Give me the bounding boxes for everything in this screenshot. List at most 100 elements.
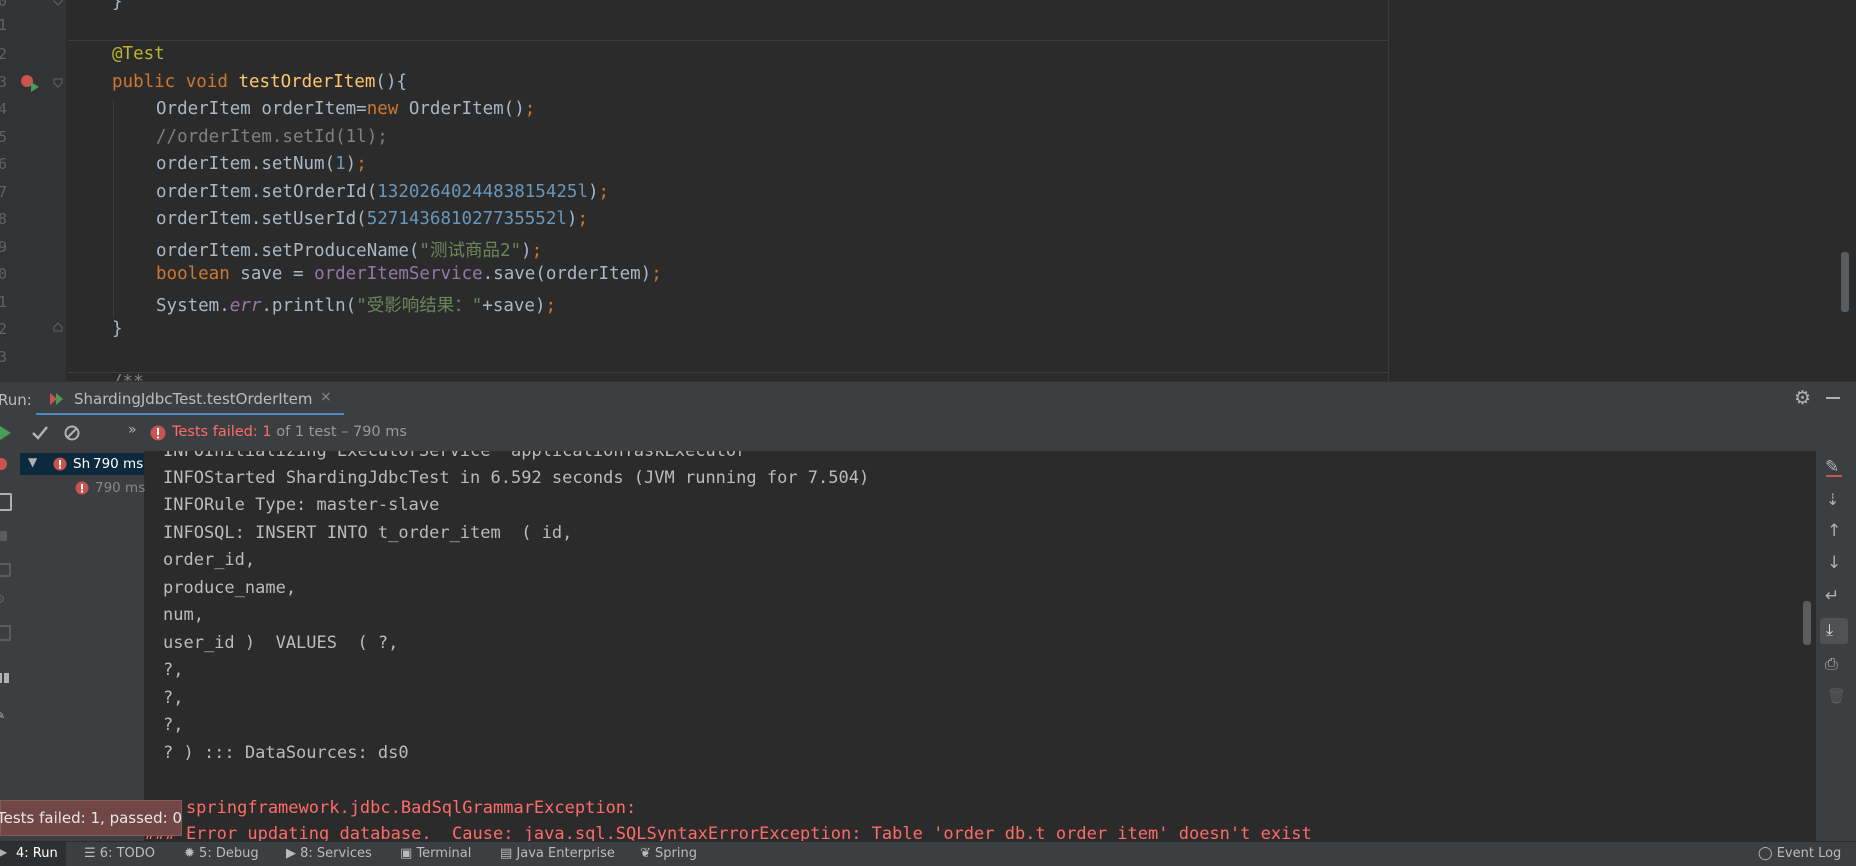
- print-icon[interactable]: ⎙: [1825, 654, 1838, 674]
- fold-marker-icon[interactable]: [53, 0, 63, 6]
- event-log-label: Event Log: [1776, 846, 1842, 861]
- minimize-icon[interactable]: [1826, 397, 1840, 399]
- settings-icon[interactable]: ⚙: [0, 591, 4, 607]
- console-line: user_id ) VALUES ( ?,: [163, 633, 399, 653]
- line-number: 1: [0, 16, 8, 34]
- console-error-line: ### Error updating database. Cause: java…: [145, 824, 1312, 841]
- console-line: ?,: [163, 688, 184, 708]
- camera-icon[interactable]: [0, 563, 11, 577]
- toast-text: Tests failed: 1, passed: 0: [0, 809, 183, 827]
- run-test-gutter-icon[interactable]: [20, 74, 42, 92]
- bug-icon: ✹: [184, 846, 195, 861]
- java-enterprise-icon: ▤: [500, 846, 513, 861]
- line-number: 2: [0, 45, 8, 63]
- code-line: orderItem.setUserId(527143681027735552l)…: [156, 209, 588, 229]
- event-log-button[interactable]: ◯ Event Log: [1758, 846, 1841, 861]
- code-line: public void testOrderItem(){: [112, 72, 408, 92]
- pin-icon[interactable]: ✎: [0, 707, 4, 723]
- tool-java-enterprise-button[interactable]: ▤ Java Enterprise: [500, 846, 615, 861]
- scroll-to-end-button[interactable]: ⤓: [1820, 618, 1848, 644]
- tool-debug-button[interactable]: ✹ 5: Debug: [184, 846, 259, 861]
- tool-terminal-button[interactable]: ▣ Terminal: [400, 846, 471, 861]
- run-side-toolbar: ⚙ ✎: [0, 451, 20, 841]
- tool-run-label: 4: Run: [16, 846, 58, 861]
- highlight-bar: [1826, 475, 1842, 477]
- test-tree[interactable]: ▼ Sh 790 ms 790 ms: [20, 451, 145, 841]
- tree-root-label: Sh: [73, 456, 91, 472]
- sort-icon[interactable]: ⇣: [1826, 490, 1839, 509]
- expand-arrow-icon[interactable]: ▼: [28, 455, 37, 469]
- tool-todo-button[interactable]: ☰ 6: TODO: [84, 846, 155, 861]
- list-icon: ☰: [84, 846, 96, 861]
- tree-root-time: 790 ms: [93, 456, 144, 472]
- code-line: }: [112, 319, 123, 339]
- stop-icon[interactable]: [0, 531, 7, 541]
- show-passed-icon[interactable]: [32, 426, 48, 440]
- code-line: orderItem.setNum(1);: [156, 154, 367, 174]
- gear-icon[interactable]: ⚙: [1794, 387, 1811, 409]
- trash-icon[interactable]: 🗑: [1827, 687, 1846, 705]
- line-number: 5: [0, 128, 8, 146]
- line-number: 2: [0, 320, 8, 338]
- services-icon: ▶: [286, 846, 296, 861]
- fold-marker-icon[interactable]: [53, 78, 63, 88]
- tree-root-row[interactable]: ▼ Sh 790 ms: [20, 453, 144, 475]
- clear-highlight-icon[interactable]: ✎: [1825, 457, 1839, 477]
- run-icon: ▶: [0, 845, 8, 859]
- tests-failed-toast[interactable]: Tests failed: 1, passed: 0: [0, 800, 182, 836]
- line-number: 3: [0, 73, 8, 91]
- console-line: INFOStarted ShardingJdbcTest in 6.592 se…: [163, 468, 870, 488]
- layout-icon[interactable]: [0, 673, 9, 683]
- soft-wrap-icon[interactable]: ↵: [1825, 586, 1839, 606]
- test-status-text: Tests failed: 1 of 1 test – 790 ms: [172, 424, 407, 440]
- error-status-icon: [150, 425, 166, 441]
- editor-gutter: 0 1 2 3 4 5 6 7 8 9 0 1 2 3: [0, 0, 66, 381]
- failed-test-icon: [75, 481, 89, 495]
- tool-spring-button[interactable]: ❦ Spring: [640, 846, 697, 861]
- error-marker-icon: [0, 458, 7, 470]
- test-class-icon: [50, 393, 63, 405]
- tool-todo-label: 6: TODO: [99, 846, 155, 861]
- run-tab[interactable]: ShardingJdbcTest.testOrderItem ×: [36, 382, 344, 416]
- code-line: /**: [112, 372, 144, 381]
- scroll-to-end-icon: ⤓: [1826, 620, 1834, 639]
- close-tab-icon[interactable]: ×: [320, 389, 332, 405]
- speech-bubble-icon: ◯: [1758, 846, 1773, 861]
- line-number: 4: [0, 100, 8, 118]
- tool-terminal-label: Terminal: [416, 846, 472, 861]
- method-separator: [68, 40, 1388, 41]
- fold-marker-icon[interactable]: [53, 322, 63, 332]
- rerun-icon[interactable]: [0, 426, 12, 440]
- arrow-down-icon[interactable]: ↓: [1827, 553, 1841, 573]
- run-label: Run:: [0, 391, 32, 409]
- console-error-line: org.springframework.jdbc.BadSqlGrammarEx…: [145, 798, 637, 818]
- line-number: 0: [0, 0, 8, 10]
- console-scrollbar-thumb[interactable]: [1803, 601, 1811, 645]
- more-actions-icon[interactable]: »: [128, 422, 137, 438]
- console-line: INFOInitializing ExecutorService 'applic…: [163, 451, 757, 461]
- tool-services-button[interactable]: ▶ 8: Services: [286, 846, 372, 861]
- console-output[interactable]: INFOInitializing ExecutorService 'applic…: [145, 451, 1815, 841]
- code-line: orderItem.setProduceName("测试商品2");: [156, 241, 543, 261]
- export-icon[interactable]: [0, 625, 11, 641]
- tree-child-row[interactable]: 790 ms: [20, 477, 145, 499]
- show-ignored-icon[interactable]: [64, 425, 80, 441]
- tool-spring-label: Spring: [655, 846, 697, 861]
- failed-test-icon: [53, 457, 67, 471]
- restore-layout-icon[interactable]: [0, 493, 12, 511]
- code-line: System.err.println("受影响结果："+save);: [156, 296, 557, 316]
- line-number: 0: [0, 265, 8, 283]
- run-panel-header: Run: ShardingJdbcTest.testOrderItem × ⚙: [0, 381, 1856, 416]
- line-number: 8: [0, 210, 8, 228]
- run-toolbar: » Tests failed: 1 of 1 test – 790 ms: [0, 415, 1856, 451]
- editor-scrollbar-thumb[interactable]: [1841, 252, 1849, 312]
- console-line: num,: [163, 605, 204, 625]
- method-separator: [68, 372, 1388, 373]
- console-toolbar: ✎ ⇣ ↑ ↓ ↵ ⤓ ⎙ 🗑: [1816, 451, 1856, 841]
- code-editor[interactable]: 0 1 2 3 4 5 6 7 8 9 0 1 2 3 } @Test publ…: [0, 0, 1856, 381]
- tool-run-button[interactable]: ▶ 4: Run: [0, 842, 66, 866]
- line-number: 3: [0, 348, 8, 366]
- arrow-up-icon[interactable]: ↑: [1827, 521, 1841, 541]
- line-number: 6: [0, 155, 8, 173]
- tool-window-bar: ▶ 4: Run ☰ 6: TODO ✹ 5: Debug ▶ 8: Servi…: [0, 841, 1856, 866]
